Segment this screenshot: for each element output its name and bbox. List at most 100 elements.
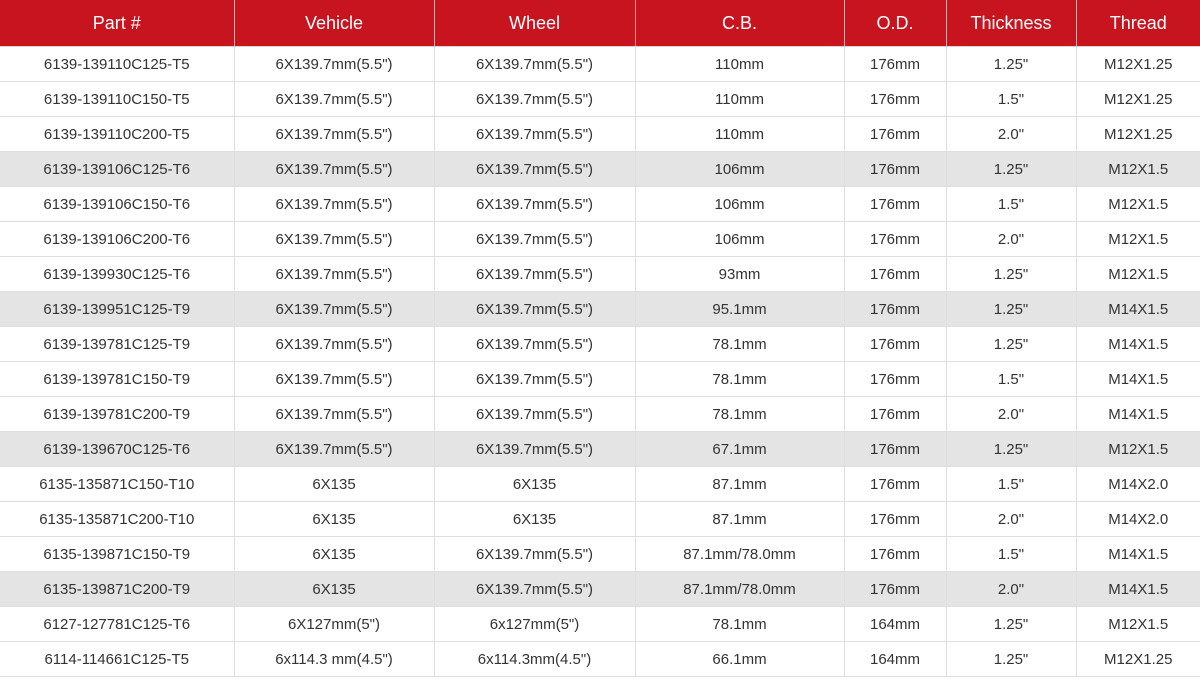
outer-diameter-cell: 176mm	[844, 46, 947, 82]
center-bore-cell: 78.1mm	[635, 606, 845, 642]
table-row: 6135-139871C200-T9 6X135 6X139.7mm(5.5") 87…	[0, 571, 1200, 607]
part-number-cell: 6139-139110C150-T5	[0, 81, 235, 117]
vehicle-cell: 6X139.7mm(5.5")	[234, 431, 435, 467]
header-vehicle: Vehicle	[234, 0, 435, 47]
thickness-cell: 2.0"	[946, 396, 1077, 432]
vehicle-cell: 6X135	[234, 571, 435, 607]
vehicle-cell: 6X135	[234, 536, 435, 572]
vehicle-cell: 6X139.7mm(5.5")	[234, 46, 435, 82]
thickness-cell: 1.25"	[946, 431, 1077, 467]
thickness-cell: 1.25"	[946, 291, 1077, 327]
thread-cell: M12X1.5	[1076, 221, 1200, 257]
thread-cell: M14X1.5	[1076, 571, 1200, 607]
thread-cell: M14X1.5	[1076, 326, 1200, 362]
table-body: 6139-139110C125-T5 6X139.7mm(5.5") 6X139.7…	[0, 46, 1200, 677]
thread-cell: M12X1.5	[1076, 256, 1200, 292]
wheel-cell: 6X139.7mm(5.5")	[434, 186, 636, 222]
thread-cell: M12X1.25	[1076, 46, 1200, 82]
vehicle-cell: 6X139.7mm(5.5")	[234, 116, 435, 152]
vehicle-cell: 6X139.7mm(5.5")	[234, 221, 435, 257]
center-bore-cell: 66.1mm	[635, 641, 845, 677]
part-number-cell: 6139-139106C125-T6	[0, 151, 235, 187]
vehicle-cell: 6X139.7mm(5.5")	[234, 81, 435, 117]
part-number-cell: 6139-139781C125-T9	[0, 326, 235, 362]
thread-cell: M12X1.5	[1076, 431, 1200, 467]
part-number-cell: 6139-139106C150-T6	[0, 186, 235, 222]
part-number-cell: 6139-139781C200-T9	[0, 396, 235, 432]
vehicle-cell: 6X135	[234, 501, 435, 537]
thread-cell: M12X1.25	[1076, 116, 1200, 152]
header-thickness: Thickness	[946, 0, 1077, 47]
table-row: 6139-139106C125-T6 6X139.7mm(5.5") 6X139.7…	[0, 151, 1200, 187]
thread-cell: M12X1.25	[1076, 641, 1200, 677]
part-number-cell: 6135-139871C150-T9	[0, 536, 235, 572]
center-bore-cell: 110mm	[635, 46, 845, 82]
center-bore-cell: 87.1mm/78.0mm	[635, 571, 845, 607]
header-wheel: Wheel	[434, 0, 636, 47]
table-row: 6139-139106C150-T6 6X139.7mm(5.5") 6X139.7…	[0, 186, 1200, 222]
wheel-cell: 6X135	[434, 466, 636, 502]
part-number-cell: 6114-114661C125-T5	[0, 641, 235, 677]
outer-diameter-cell: 176mm	[844, 536, 947, 572]
center-bore-cell: 87.1mm	[635, 466, 845, 502]
part-number-cell: 6139-139670C125-T6	[0, 431, 235, 467]
vehicle-cell: 6X139.7mm(5.5")	[234, 186, 435, 222]
thread-cell: M14X2.0	[1076, 466, 1200, 502]
wheel-cell: 6X135	[434, 501, 636, 537]
outer-diameter-cell: 176mm	[844, 291, 947, 327]
spec-table: Part # Vehicle Wheel C.B. O.D. Thickness…	[0, 0, 1200, 677]
thread-cell: M12X1.5	[1076, 186, 1200, 222]
vehicle-cell: 6X139.7mm(5.5")	[234, 256, 435, 292]
thread-cell: M12X1.25	[1076, 81, 1200, 117]
center-bore-cell: 93mm	[635, 256, 845, 292]
vehicle-cell: 6x114.3 mm(4.5")	[234, 641, 435, 677]
thread-cell: M14X2.0	[1076, 501, 1200, 537]
table-row: 6127-127781C125-T6 6X127mm(5") 6x127mm(5")…	[0, 606, 1200, 642]
outer-diameter-cell: 176mm	[844, 571, 947, 607]
wheel-cell: 6X139.7mm(5.5")	[434, 431, 636, 467]
thickness-cell: 1.25"	[946, 326, 1077, 362]
center-bore-cell: 106mm	[635, 186, 845, 222]
wheel-cell: 6X139.7mm(5.5")	[434, 256, 636, 292]
center-bore-cell: 106mm	[635, 151, 845, 187]
center-bore-cell: 78.1mm	[635, 326, 845, 362]
thickness-cell: 2.0"	[946, 221, 1077, 257]
wheel-cell: 6X139.7mm(5.5")	[434, 81, 636, 117]
table-row: 6139-139930C125-T6 6X139.7mm(5.5") 6X139.7…	[0, 256, 1200, 292]
wheel-cell: 6x114.3mm(4.5")	[434, 641, 636, 677]
part-number-cell: 6139-139106C200-T6	[0, 221, 235, 257]
wheel-cell: 6X139.7mm(5.5")	[434, 151, 636, 187]
table-row: 6135-139871C150-T9 6X135 6X139.7mm(5.5") 87…	[0, 536, 1200, 572]
table-row: 6139-139951C125-T9 6X139.7mm(5.5") 6X139.7…	[0, 291, 1200, 327]
thickness-cell: 2.0"	[946, 501, 1077, 537]
center-bore-cell: 110mm	[635, 116, 845, 152]
center-bore-cell: 78.1mm	[635, 361, 845, 397]
outer-diameter-cell: 176mm	[844, 326, 947, 362]
vehicle-cell: 6X127mm(5")	[234, 606, 435, 642]
outer-diameter-cell: 176mm	[844, 116, 947, 152]
outer-diameter-cell: 176mm	[844, 221, 947, 257]
center-bore-cell: 87.1mm	[635, 501, 845, 537]
center-bore-cell: 95.1mm	[635, 291, 845, 327]
wheel-cell: 6X139.7mm(5.5")	[434, 536, 636, 572]
thread-cell: M14X1.5	[1076, 536, 1200, 572]
table-row: 6139-139110C125-T5 6X139.7mm(5.5") 6X139.7…	[0, 46, 1200, 82]
outer-diameter-cell: 176mm	[844, 151, 947, 187]
thickness-cell: 1.5"	[946, 186, 1077, 222]
outer-diameter-cell: 176mm	[844, 361, 947, 397]
part-number-cell: 6135-139871C200-T9	[0, 571, 235, 607]
outer-diameter-cell: 164mm	[844, 606, 947, 642]
center-bore-cell: 67.1mm	[635, 431, 845, 467]
vehicle-cell: 6X139.7mm(5.5")	[234, 291, 435, 327]
outer-diameter-cell: 176mm	[844, 466, 947, 502]
thickness-cell: 2.0"	[946, 571, 1077, 607]
vehicle-cell: 6X139.7mm(5.5")	[234, 151, 435, 187]
table-row: 6139-139670C125-T6 6X139.7mm(5.5") 6X139.7…	[0, 431, 1200, 467]
vehicle-cell: 6X135	[234, 466, 435, 502]
thickness-cell: 1.25"	[946, 606, 1077, 642]
part-number-cell: 6139-139110C200-T5	[0, 116, 235, 152]
part-number-cell: 6139-139930C125-T6	[0, 256, 235, 292]
outer-diameter-cell: 176mm	[844, 501, 947, 537]
wheel-cell: 6X139.7mm(5.5")	[434, 396, 636, 432]
outer-diameter-cell: 164mm	[844, 641, 947, 677]
